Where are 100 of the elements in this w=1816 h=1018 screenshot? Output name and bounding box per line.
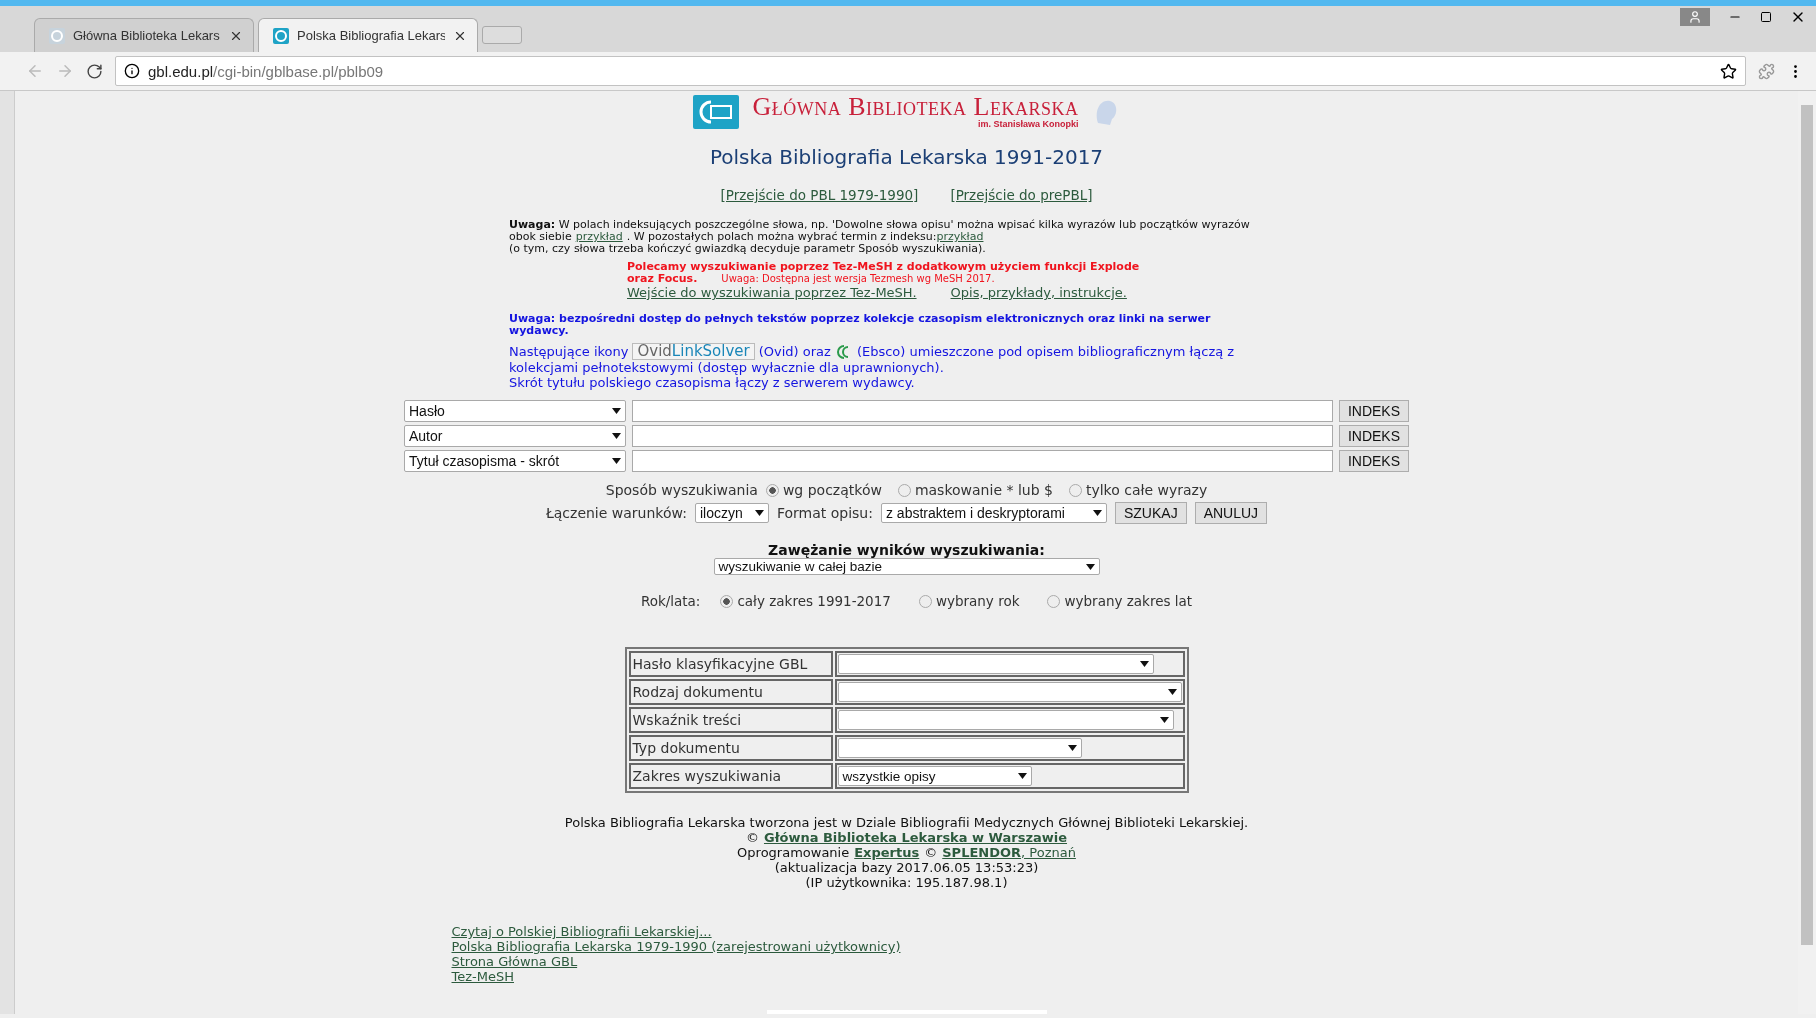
scope-select[interactable]: wyszukiwanie w całej bazie bbox=[713, 558, 1100, 575]
tab-favicon-icon bbox=[273, 27, 289, 44]
tez-mesh-search-link[interactable]: Wejście do wyszukiwania poprzez Tez-MeSH. bbox=[627, 287, 917, 299]
dropdown-caret-icon bbox=[1092, 510, 1102, 516]
index-button[interactable]: INDEKS bbox=[1338, 450, 1409, 472]
filter-select[interactable]: wszystkie opisy bbox=[837, 766, 1032, 786]
note-text: Skrót tytułu polskiego czasopisma łączy z serwerem wydawcy. bbox=[509, 375, 915, 390]
example-link[interactable]: przykład bbox=[575, 231, 623, 243]
filter-select[interactable] bbox=[837, 738, 1082, 758]
dropdown-caret-icon bbox=[1167, 689, 1177, 695]
user-icon bbox=[1688, 10, 1702, 24]
library-logo-icon bbox=[692, 95, 739, 129]
address-bar[interactable]: gbl.edu.pl/cgi-bin/gblbase.pl/pblb09 bbox=[115, 56, 1746, 86]
years-label: Rok/lata: bbox=[640, 593, 701, 609]
ip-text: (IP użytkownika: 195.187.98.1) bbox=[805, 875, 1008, 890]
radio-label: cały zakres 1991-2017 bbox=[737, 593, 891, 609]
radio-button[interactable] bbox=[918, 594, 932, 608]
dropdown-caret-icon bbox=[612, 408, 621, 414]
library-subtitle: im. Stanisława Konopki bbox=[977, 119, 1079, 129]
index-button[interactable]: INDEKS bbox=[1338, 400, 1409, 422]
radio-label: wg początków bbox=[782, 482, 882, 498]
radio-label: tylko całe wyrazy bbox=[1085, 482, 1208, 498]
filter-label: Wskaźnik treści bbox=[628, 707, 833, 733]
narrowing-heading: Zawężanie wyników wyszukiwania: bbox=[768, 542, 1045, 558]
browser-tab[interactable]: Główna Biblioteka Lekars bbox=[34, 18, 254, 52]
action-button[interactable]: SZUKAJ bbox=[1114, 502, 1187, 524]
copyright-sign: © bbox=[924, 845, 938, 860]
dropdown-caret-icon bbox=[1085, 563, 1095, 570]
software-link[interactable]: Expertus bbox=[854, 845, 920, 860]
radio-button[interactable] bbox=[897, 483, 911, 497]
search-mode-label: Sposób wyszukiwania bbox=[605, 482, 758, 498]
footer-link[interactable]: Strona Główna GBL bbox=[451, 954, 578, 969]
action-button[interactable]: ANULUJ bbox=[1194, 502, 1268, 524]
footer-text: Oprogramowanie bbox=[737, 845, 850, 860]
dropdown-caret-icon bbox=[612, 458, 621, 464]
dropdown-caret-icon bbox=[1067, 745, 1077, 751]
instructions-link[interactable]: Opis, przykłady, instrukcje. bbox=[950, 287, 1127, 299]
radio-label: wybrany zakres lat bbox=[1064, 593, 1193, 609]
new-tab-button[interactable] bbox=[482, 26, 522, 44]
format-select[interactable]: z abstraktem i deskryptorami bbox=[880, 503, 1107, 523]
radio-label: wybrany rok bbox=[935, 593, 1020, 609]
filter-select[interactable] bbox=[837, 654, 1154, 674]
tab-favicon-icon bbox=[49, 27, 65, 44]
access-note: Uwaga: bezpośredni dostęp do pełnych tekstów poprzez kolekcje czasopism elektronicznych oraz linki na serwer wydawcy. bbox=[509, 313, 1212, 337]
radio-button[interactable] bbox=[1068, 483, 1082, 497]
field-select[interactable]: Autor bbox=[404, 425, 626, 447]
ovid-linksolver-logo[interactable]: OvidLinkSolver bbox=[632, 343, 755, 360]
radio-label: maskowanie * lub $ bbox=[914, 482, 1053, 498]
note-text: Następujące ikony bbox=[509, 344, 629, 359]
filter-select[interactable] bbox=[837, 682, 1182, 702]
dropdown-caret-icon bbox=[612, 433, 621, 439]
dropdown-caret-icon bbox=[1139, 661, 1149, 667]
copyright-sign: © bbox=[745, 830, 759, 845]
back-icon[interactable] bbox=[26, 62, 44, 80]
radio-button[interactable] bbox=[720, 594, 734, 608]
filter-label: Hasło klasyfikacyjne GBL bbox=[628, 651, 833, 677]
extension-icon[interactable] bbox=[1758, 62, 1775, 80]
nav-link[interactable]: [Przejście do prePBL] bbox=[950, 187, 1093, 203]
footer-text: Polska Bibliografia Lekarska tworzona jest w Dziale Bibliografii Medycznych Głównej Biblioteki Lekarskiej. bbox=[564, 815, 1249, 830]
nav-link[interactable]: [Przejście do PBL 1979-1990] bbox=[720, 187, 919, 203]
search-input[interactable] bbox=[632, 425, 1333, 447]
note-text: Uwaga: W polach indeksujących poszczególne słowa, np. 'Dowolne słowa opisu' można wpisać kilka wyrazów lub początków wyrazów bbox=[509, 219, 1250, 231]
radio-button[interactable] bbox=[1047, 594, 1061, 608]
filter-label: Typ dokumentu bbox=[628, 735, 833, 761]
recommendation-text: Polecamy wyszukiwanie poprzez Tez-MeSH z dodatkowym użyciem funkcji Explode oraz Focus. Uwaga: Dostępna jest wersja Tezmesh wg MeSH 2017. bbox=[627, 261, 1141, 285]
note-text: (Ovid) oraz bbox=[758, 344, 831, 359]
search-input[interactable] bbox=[632, 450, 1333, 472]
index-button[interactable]: INDEKS bbox=[1338, 425, 1409, 447]
library-name: Główna Biblioteka Lekarska bbox=[752, 95, 1079, 119]
dropdown-caret-icon bbox=[754, 510, 764, 516]
library-link[interactable]: Główna Biblioteka Lekarska w Warszawie bbox=[763, 830, 1067, 845]
bookmark-star-icon[interactable] bbox=[1720, 62, 1737, 80]
note-text: (o tym, czy słowa trzeba kończyć gwiazdką decyduje parametr Sposób wyszukiwania). bbox=[509, 243, 986, 255]
maximize-icon[interactable] bbox=[1760, 11, 1772, 23]
radio-button[interactable] bbox=[765, 483, 779, 497]
note-text: obok siebie bbox=[509, 231, 572, 243]
page-title: Polska Bibliografia Lekarska 1991-2017 bbox=[709, 145, 1104, 169]
footer-link[interactable]: Tez-MeSH bbox=[451, 969, 514, 984]
filter-label: Zakres wyszukiwania bbox=[628, 763, 833, 789]
search-input[interactable] bbox=[632, 400, 1333, 422]
dropdown-caret-icon bbox=[1159, 717, 1169, 723]
note-text: kolekcjami pełnotekstowymi (dostęp wyłacznie dla uprawnionych). bbox=[509, 360, 944, 375]
reload-icon[interactable] bbox=[86, 62, 103, 80]
filter-select[interactable] bbox=[837, 710, 1174, 730]
url-text: gbl.edu.pl/cgi-bin/gblbase.pl/pblb09 bbox=[148, 62, 384, 80]
forward-icon[interactable] bbox=[56, 62, 74, 80]
example-link[interactable]: przykład bbox=[936, 231, 984, 243]
city-link[interactable]: , Poznań bbox=[1021, 845, 1076, 860]
filter-label: Rodzaj dokumentu bbox=[628, 679, 833, 705]
combine-select[interactable]: iloczyn bbox=[694, 503, 769, 523]
field-select[interactable]: Hasło bbox=[404, 400, 626, 422]
note-text: . W pozostałych polach można wybrać termin z indeksu: bbox=[626, 231, 937, 243]
footer-link[interactable]: Polska Bibliografia Lekarska 1979-1990 (zarejestrowani użytkownicy) bbox=[451, 939, 901, 954]
dropdown-caret-icon bbox=[1017, 773, 1027, 779]
info-icon bbox=[124, 63, 140, 79]
note-text: (Ebsco) umieszczone pod opisem bibliograficznym łączą z bbox=[856, 344, 1235, 359]
field-select[interactable]: Tytuł czasopisma - skrót bbox=[404, 450, 626, 472]
profile-button[interactable] bbox=[1680, 8, 1710, 26]
update-text: (aktualizacja bazy 2017.06.05 13:53:23) bbox=[774, 860, 1039, 875]
footer-link[interactable]: Czytaj o Polskiej Bibliografii Lekarskiej... bbox=[451, 924, 712, 939]
